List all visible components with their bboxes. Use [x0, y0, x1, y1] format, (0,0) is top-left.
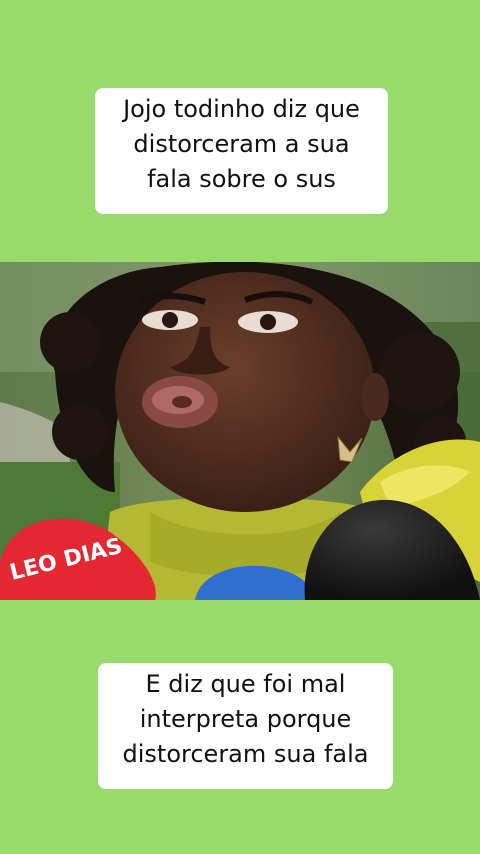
video-still: LEO DIAS	[0, 262, 480, 600]
video-frame[interactable]: LEO DIAS	[0, 262, 480, 600]
video-post: Jojo todinho diz que distorceram a sua f…	[0, 0, 480, 854]
caption-line: Jojo todinho diz que	[123, 95, 360, 123]
caption-line: fala sobre o sus	[147, 165, 336, 193]
caption-line: interpreta porque	[139, 705, 352, 733]
caption-top: Jojo todinho diz que distorceram a sua f…	[95, 88, 388, 214]
caption-line: distorceram a sua	[133, 130, 350, 158]
caption-bottom: E diz que foi mal interpreta porque dist…	[98, 663, 393, 789]
caption-line: E diz que foi mal	[145, 670, 346, 698]
caption-line: distorceram sua fala	[122, 740, 369, 768]
